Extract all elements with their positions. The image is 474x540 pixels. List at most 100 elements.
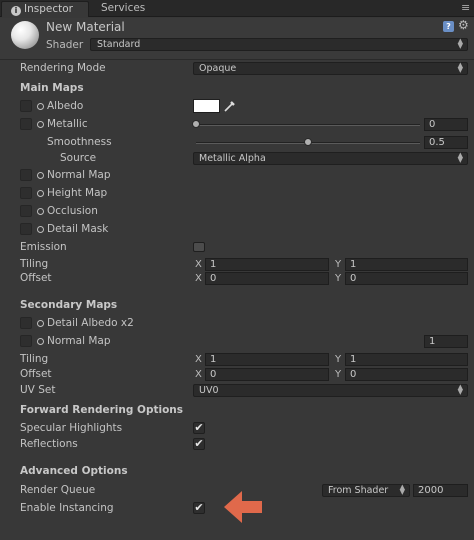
normal-map-texture-slot[interactable] — [20, 169, 32, 181]
detail-albedo-texture-slot[interactable] — [20, 317, 32, 329]
detail-mask-label: Detail Mask — [47, 223, 109, 235]
enable-instancing-label: Enable Instancing — [20, 502, 114, 514]
object-picker-icon[interactable] — [37, 103, 44, 110]
x-label: X — [195, 354, 202, 365]
metallic-label: Metallic — [47, 118, 88, 130]
object-picker-icon[interactable] — [37, 320, 44, 327]
albedo-texture-slot[interactable] — [20, 100, 32, 112]
menu-icon[interactable]: ≡ — [461, 2, 470, 14]
y-label: Y — [335, 259, 342, 270]
albedo-color-swatch[interactable] — [193, 99, 220, 113]
dropdown-arrows-icon: ▲ ▼ — [457, 383, 463, 396]
source-dropdown[interactable]: Metallic Alpha ▲ ▼ — [193, 152, 468, 165]
info-icon: i — [11, 6, 21, 16]
emission-label: Emission — [20, 241, 67, 253]
secondary-tiling-label: Tiling — [20, 353, 49, 365]
occlusion-label: Occlusion — [47, 205, 98, 217]
dropdown-arrows-icon: ▲ ▼ — [457, 151, 463, 164]
smoothness-label: Smoothness — [47, 136, 112, 148]
render-queue-mode: From Shader — [328, 485, 389, 496]
uv-set-value: UV0 — [199, 385, 219, 396]
secondary-maps-heading: Secondary Maps — [20, 299, 118, 311]
y-label: Y — [335, 273, 342, 284]
check-icon: ✔ — [194, 501, 204, 514]
secondary-normal-map-texture-slot[interactable] — [20, 335, 32, 347]
occlusion-texture-slot[interactable] — [20, 205, 32, 217]
height-map-label: Height Map — [47, 187, 108, 199]
uv-set-dropdown[interactable]: UV0 ▲ ▼ — [193, 384, 468, 397]
help-book-icon[interactable]: ? — [443, 21, 454, 32]
emission-checkbox[interactable] — [193, 242, 205, 252]
offset-label: Offset — [20, 272, 52, 284]
render-queue-value-field[interactable]: 2000 — [413, 484, 468, 497]
rendering-mode-value: Opaque — [199, 63, 237, 74]
offset-y-field[interactable]: 0 — [345, 272, 468, 285]
source-label: Source — [60, 152, 97, 164]
dropdown-arrows-icon: ▲ ▼ — [457, 37, 463, 50]
x-label: X — [195, 259, 202, 270]
metallic-value-field[interactable]: 0 — [424, 118, 468, 131]
metallic-slider-track[interactable] — [196, 124, 420, 126]
dropdown-arrows-icon: ▲ ▼ — [399, 483, 405, 496]
albedo-label: Albedo — [47, 100, 84, 112]
object-picker-icon[interactable] — [37, 226, 44, 233]
detail-albedo-label: Detail Albedo x2 — [47, 317, 134, 329]
smoothness-slider-thumb[interactable] — [304, 138, 312, 146]
enable-instancing-checkbox[interactable]: ✔ — [193, 502, 205, 514]
forward-rendering-heading: Forward Rendering Options — [20, 404, 184, 416]
object-picker-icon[interactable] — [37, 208, 44, 215]
normal-map-label: Normal Map — [47, 169, 111, 181]
secondary-tiling-x-field[interactable]: 1 — [205, 353, 329, 366]
source-value: Metallic Alpha — [199, 153, 266, 164]
shader-label: Shader — [46, 39, 84, 51]
rendering-mode-dropdown[interactable]: Opaque ▲ ▼ — [193, 62, 468, 75]
orange-arrow-icon — [224, 491, 262, 523]
height-map-texture-slot[interactable] — [20, 187, 32, 199]
gear-icon[interactable]: ⚙ — [458, 19, 469, 32]
secondary-normal-scale-field[interactable]: 1 — [424, 335, 468, 348]
secondary-offset-x-field[interactable]: 0 — [205, 368, 329, 381]
object-picker-icon[interactable] — [37, 121, 44, 128]
secondary-tiling-y-field[interactable]: 1 — [345, 353, 468, 366]
material-sphere-icon — [11, 21, 39, 49]
check-icon: ✔ — [194, 421, 204, 434]
shader-value: Standard — [97, 39, 141, 50]
object-picker-icon[interactable] — [37, 172, 44, 179]
object-picker-icon[interactable] — [37, 338, 44, 345]
specular-highlights-checkbox[interactable]: ✔ — [193, 422, 205, 434]
smoothness-value-field[interactable]: 0.5 — [424, 136, 468, 149]
render-queue-label: Render Queue — [20, 484, 96, 496]
x-label: X — [195, 273, 202, 284]
metallic-texture-slot[interactable] — [20, 118, 32, 130]
rendering-mode-label: Rendering Mode — [20, 62, 106, 74]
metallic-slider-thumb[interactable] — [192, 120, 200, 128]
tiling-y-field[interactable]: 1 — [345, 258, 468, 271]
reflections-label: Reflections — [20, 438, 78, 450]
offset-x-field[interactable]: 0 — [205, 272, 329, 285]
material-name: New Material — [46, 20, 125, 34]
reflections-checkbox[interactable]: ✔ — [193, 438, 205, 450]
tab-services-label: Services — [101, 2, 146, 14]
secondary-offset-label: Offset — [20, 368, 52, 380]
x-label: X — [195, 369, 202, 380]
check-icon: ✔ — [194, 437, 204, 450]
detail-mask-texture-slot[interactable] — [20, 223, 32, 235]
render-queue-dropdown[interactable]: From Shader ▲ ▼ — [322, 484, 410, 497]
uv-set-label: UV Set — [20, 384, 56, 396]
tab-services[interactable]: Services — [93, 1, 163, 17]
eyedropper-icon[interactable] — [223, 99, 237, 113]
object-picker-icon[interactable] — [37, 190, 44, 197]
secondary-offset-y-field[interactable]: 0 — [345, 368, 468, 381]
inspector-panel: i Inspector Services ≡ New Material Shade… — [0, 0, 474, 540]
advanced-options-heading: Advanced Options — [20, 465, 128, 477]
tab-inspector-label: Inspector — [24, 3, 73, 15]
shader-dropdown[interactable]: Standard ▲ ▼ — [90, 38, 468, 51]
secondary-normal-map-label: Normal Map — [47, 335, 111, 347]
specular-highlights-label: Specular Highlights — [20, 422, 123, 434]
main-maps-heading: Main Maps — [20, 82, 84, 94]
tiling-x-field[interactable]: 1 — [205, 258, 329, 271]
dropdown-arrows-icon: ▲ ▼ — [457, 61, 463, 74]
y-label: Y — [335, 369, 342, 380]
y-label: Y — [335, 354, 342, 365]
tab-inspector[interactable]: i Inspector — [1, 1, 89, 17]
